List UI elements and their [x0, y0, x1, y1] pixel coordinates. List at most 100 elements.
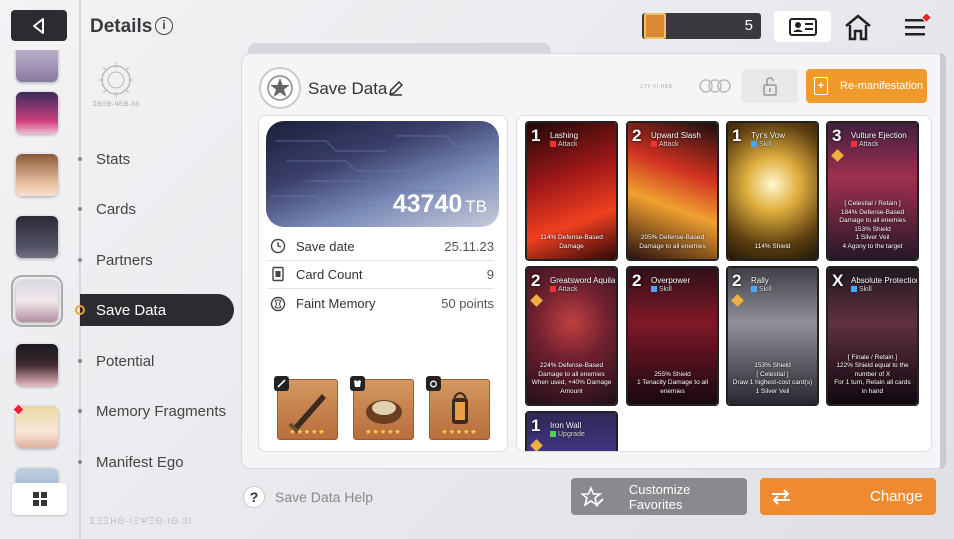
nav-bullet — [78, 207, 82, 211]
re-manifestation-button[interactable]: + Re-manifestation — [806, 69, 927, 103]
card-vulture-ejection[interactable]: 3 Vulture Ejection Attack [ Celestial / … — [826, 121, 919, 261]
character-thumb[interactable] — [16, 92, 58, 134]
character-thumb-selected[interactable] — [11, 275, 63, 327]
change-label: Change — [870, 488, 923, 505]
decorative-code-text: ΣΞΞΗΘ-ΙΞΨΞΘ-ΙΘ.ЗІ — [90, 516, 193, 526]
nav-label: Stats — [96, 150, 131, 168]
equipment-weapon[interactable]: ★★★★★ — [274, 376, 338, 440]
rings-icon — [699, 79, 731, 93]
card-type: Skill — [851, 286, 872, 293]
lock-button[interactable] — [742, 69, 798, 103]
page-title: Details — [90, 16, 153, 37]
back-button[interactable] — [11, 10, 67, 41]
nav-item-stats[interactable]: Stats — [78, 143, 234, 175]
nav-label: Save Data — [96, 301, 167, 319]
card-cost: 2 — [632, 126, 642, 145]
character-thumb[interactable] — [16, 344, 58, 386]
stat-label: Save date — [296, 238, 355, 254]
skill-icon — [851, 286, 857, 293]
card-lashing[interactable]: 1 Lashing Attack 114% Defense-Based Dama… — [525, 121, 618, 261]
menu-icon[interactable] — [903, 14, 931, 40]
nav-label: Cards — [96, 200, 137, 218]
card-cost: 1 — [732, 126, 742, 145]
nav-bullet — [78, 258, 82, 262]
stat-value: 50 points — [441, 296, 494, 311]
customize-favorites-button[interactable]: Customize Favorites — [571, 478, 747, 515]
card-type-label: Attack — [659, 141, 679, 148]
card-name: Vulture Ejection — [851, 131, 907, 140]
panel-scroll-edge — [940, 53, 946, 469]
card-type: Attack — [851, 141, 878, 148]
card-desc: 255% Shield 1 Tenacity Damage to all ene… — [636, 370, 709, 395]
stat-row-save-date: Save date 25.11.23 — [268, 232, 494, 261]
skill-icon — [651, 286, 657, 293]
home-icon[interactable] — [843, 13, 873, 41]
equipment-armor[interactable]: ★★★★★ — [350, 376, 414, 440]
nav-item-partners[interactable]: Partners — [78, 244, 234, 276]
nav-label: Partners — [96, 251, 153, 269]
currency-icon — [644, 13, 666, 39]
card-greatsword-aquila[interactable]: 2 Greatsword Aquila Attack 224% Defense-… — [525, 266, 618, 406]
grid-view-button[interactable] — [12, 483, 67, 515]
card-cost: 3 — [832, 126, 842, 145]
id-card-icon — [788, 17, 817, 36]
unlock-icon — [763, 77, 777, 96]
card-type: Upgrade — [550, 431, 585, 438]
card-type: Skill — [751, 141, 772, 148]
edit-pencil-icon[interactable] — [388, 80, 404, 96]
attack-icon — [550, 286, 556, 293]
card-rally[interactable]: 2 Rally Skill 153% Shield [ Celestial ] … — [726, 266, 819, 406]
card-desc: [ Celestial / Retain ] 184% Defense-Base… — [839, 200, 906, 250]
card-desc: 153% Shield [ Celestial ] Draw 1 highest… — [732, 362, 813, 395]
character-thumb[interactable] — [16, 216, 58, 258]
card-desc: 205% Defense-Based Damage to all enemies — [639, 234, 706, 250]
nav-item-save-data[interactable]: Save Data — [75, 294, 234, 326]
card-cost: X — [832, 271, 844, 290]
save-data-icon — [259, 67, 301, 109]
card-type-label: Skill — [659, 286, 672, 293]
card-cost: 2 — [632, 271, 642, 290]
nav-item-manifest-ego[interactable]: Manifest Ego — [78, 446, 234, 478]
stat-row-faint-memory: Faint Memory 50 points — [268, 289, 494, 318]
card-name: Tyr's Vow — [751, 131, 785, 140]
nav-bullet — [78, 359, 82, 363]
card-name: Iron Wall — [550, 421, 582, 430]
card-type-label: Skill — [759, 141, 772, 148]
info-icon[interactable]: i — [155, 17, 173, 35]
character-thumb[interactable] — [16, 154, 58, 196]
star-edit-icon — [581, 485, 604, 507]
card-type: Attack — [550, 286, 577, 293]
stat-value: 25.11.23 — [444, 238, 494, 254]
card-type-label: Upgrade — [558, 431, 585, 438]
nav-item-cards[interactable]: Cards — [78, 193, 234, 225]
emblem-icon — [98, 62, 134, 98]
card-grid: 1 Lashing Attack 114% Defense-Based Dama… — [516, 115, 932, 452]
change-button[interactable]: Change — [760, 478, 936, 515]
stat-value: 9 — [486, 266, 494, 282]
card-overpower[interactable]: 2 Overpower Skill 255% Shield 1 Tenacity… — [626, 266, 719, 406]
nav-item-potential[interactable]: Potential — [78, 345, 234, 377]
card-cost: 2 — [531, 271, 541, 290]
save-banner-value: 43740 TB — [393, 190, 487, 219]
character-thumb[interactable] — [16, 406, 58, 448]
help-question-icon[interactable]: ? — [243, 486, 265, 508]
stat-label: Card Count — [296, 266, 363, 282]
character-list — [0, 50, 78, 539]
profile-card-button[interactable] — [774, 11, 831, 42]
equipment-accessory[interactable]: ★★★★★ — [426, 376, 490, 440]
card-name: Greatsword Aquila — [550, 276, 616, 285]
nav-item-memory-fragments[interactable]: Memory Fragments — [78, 395, 234, 427]
nav-label: Manifest Ego — [96, 453, 184, 471]
nav-active-indicator — [75, 305, 85, 315]
card-tyrs-vow[interactable]: 1 Tyr's Vow Skill 114% Shield — [726, 121, 819, 261]
nav-label: Memory Fragments — [96, 402, 227, 420]
back-arrow-icon — [33, 17, 44, 34]
banner-number: 43740 — [392, 190, 463, 218]
character-thumb[interactable] — [16, 50, 58, 82]
emblem-caption: ΣΘΞΘ-ЧΕΘ-ЗЗ — [93, 102, 140, 108]
save-data-help-link[interactable]: Save Data Help — [275, 489, 373, 505]
card-upward-slash[interactable]: 2 Upward Slash Attack 205% Defense-Based… — [626, 121, 719, 261]
card-iron-wall[interactable]: 1 Iron Wall Upgrade — [525, 411, 618, 451]
card-absolute-protection[interactable]: X Absolute Protection Skill [ Finale / R… — [826, 266, 919, 406]
attack-icon — [851, 141, 857, 148]
